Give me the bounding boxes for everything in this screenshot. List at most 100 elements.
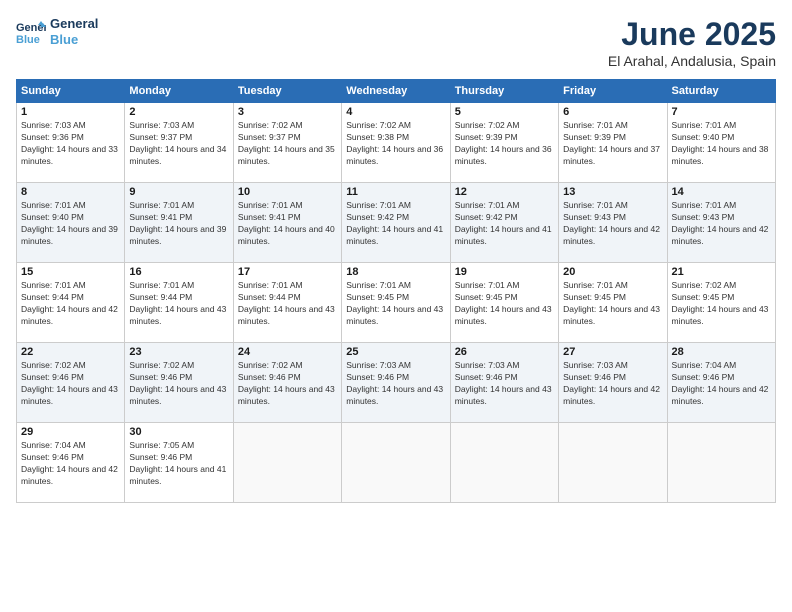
calendar-cell: 10 Sunrise: 7:01 AMSunset: 9:41 PMDayligh… [233,183,341,263]
calendar-cell [233,423,341,503]
calendar-cell: 4 Sunrise: 7:02 AMSunset: 9:38 PMDaylight… [342,103,450,183]
day-number: 18 [346,266,445,278]
calendar-cell: 24 Sunrise: 7:02 AMSunset: 9:46 PMDayligh… [233,343,341,423]
day-info: Sunrise: 7:02 AMSunset: 9:37 PMDaylight:… [238,120,337,168]
day-number: 1 [21,106,120,118]
calendar-cell: 13Sunrise: 7:01 AMSunset: 9:43 PMDayligh… [559,183,667,263]
calendar-cell: 26Sunrise: 7:03 AMSunset: 9:46 PMDayligh… [450,343,558,423]
calendar-cell: 21Sunrise: 7:02 AMSunset: 9:45 PMDayligh… [667,263,775,343]
calendar-cell: 23Sunrise: 7:02 AMSunset: 9:46 PMDayligh… [125,343,233,423]
day-number: 24 [238,346,337,358]
day-info: Sunrise: 7:03 AMSunset: 9:37 PMDaylight:… [129,120,228,168]
calendar-cell [667,423,775,503]
calendar-cell: 22Sunrise: 7:02 AMSunset: 9:46 PMDayligh… [17,343,125,423]
day-info: Sunrise: 7:01 AMSunset: 9:45 PMDaylight:… [455,280,554,328]
calendar-cell: 15 Sunrise: 7:01 AMSunset: 9:44 PMDayligh… [17,263,125,343]
day-number: 2 [129,106,228,118]
calendar-cell: 8 Sunrise: 7:01 AMSunset: 9:40 PMDaylight… [17,183,125,263]
calendar-cell: 18Sunrise: 7:01 AMSunset: 9:45 PMDayligh… [342,263,450,343]
day-number: 28 [672,346,771,358]
day-number: 9 [129,186,228,198]
calendar-table: SundayMondayTuesdayWednesdayThursdayFrid… [16,79,776,503]
calendar-cell: 9 Sunrise: 7:01 AMSunset: 9:41 PMDaylight… [125,183,233,263]
calendar-cell: 25 Sunrise: 7:03 AMSunset: 9:46 PMDayligh… [342,343,450,423]
weekday-header: Sunday [17,80,125,103]
day-info: Sunrise: 7:04 AMSunset: 9:46 PMDaylight:… [672,360,771,408]
day-info: Sunrise: 7:03 AMSunset: 9:46 PMDaylight:… [563,360,662,408]
day-number: 21 [672,266,771,278]
day-info: Sunrise: 7:05 AMSunset: 9:46 PMDaylight:… [129,440,228,488]
weekday-header: Tuesday [233,80,341,103]
month-title: June 2025 [608,16,776,53]
calendar-cell: 5 Sunrise: 7:02 AMSunset: 9:39 PMDaylight… [450,103,558,183]
day-number: 30 [129,426,228,438]
day-info: Sunrise: 7:01 AMSunset: 9:43 PMDaylight:… [672,200,771,248]
day-number: 16 [129,266,228,278]
day-number: 23 [129,346,228,358]
day-number: 15 [21,266,120,278]
logo-line2: Blue [50,32,98,48]
calendar-body: 1 Sunrise: 7:03 AMSunset: 9:36 PMDaylight… [17,103,776,503]
location-title: El Arahal, Andalusia, Spain [608,53,776,69]
day-number: 13 [563,186,662,198]
day-number: 17 [238,266,337,278]
day-info: Sunrise: 7:01 AMSunset: 9:40 PMDaylight:… [672,120,771,168]
day-info: Sunrise: 7:03 AMSunset: 9:46 PMDaylight:… [346,360,445,408]
calendar-week-row: 15 Sunrise: 7:01 AMSunset: 9:44 PMDayligh… [17,263,776,343]
day-info: Sunrise: 7:01 AMSunset: 9:40 PMDaylight:… [21,200,120,248]
day-number: 7 [672,106,771,118]
calendar-cell: 27 Sunrise: 7:03 AMSunset: 9:46 PMDayligh… [559,343,667,423]
day-number: 10 [238,186,337,198]
day-number: 11 [346,186,445,198]
weekday-header: Thursday [450,80,558,103]
day-info: Sunrise: 7:02 AMSunset: 9:38 PMDaylight:… [346,120,445,168]
calendar-cell: 14Sunrise: 7:01 AMSunset: 9:43 PMDayligh… [667,183,775,263]
day-info: Sunrise: 7:01 AMSunset: 9:44 PMDaylight:… [238,280,337,328]
calendar-cell [450,423,558,503]
day-info: Sunrise: 7:02 AMSunset: 9:46 PMDaylight:… [238,360,337,408]
calendar-week-row: 8 Sunrise: 7:01 AMSunset: 9:40 PMDaylight… [17,183,776,263]
day-number: 12 [455,186,554,198]
weekday-header-row: SundayMondayTuesdayWednesdayThursdayFrid… [17,80,776,103]
day-number: 26 [455,346,554,358]
day-number: 19 [455,266,554,278]
weekday-header: Wednesday [342,80,450,103]
calendar-cell: 17 Sunrise: 7:01 AMSunset: 9:44 PMDayligh… [233,263,341,343]
page-header: General Blue General Blue June 2025 El A… [16,16,776,69]
calendar-cell: 29Sunrise: 7:04 AMSunset: 9:46 PMDayligh… [17,423,125,503]
day-number: 27 [563,346,662,358]
calendar-cell [559,423,667,503]
day-number: 5 [455,106,554,118]
calendar-cell: 7 Sunrise: 7:01 AMSunset: 9:40 PMDaylight… [667,103,775,183]
day-number: 3 [238,106,337,118]
calendar-cell: 6Sunrise: 7:01 AMSunset: 9:39 PMDaylight… [559,103,667,183]
calendar-week-row: 1 Sunrise: 7:03 AMSunset: 9:36 PMDaylight… [17,103,776,183]
day-info: Sunrise: 7:02 AMSunset: 9:39 PMDaylight:… [455,120,554,168]
day-info: Sunrise: 7:03 AMSunset: 9:36 PMDaylight:… [21,120,120,168]
calendar-cell: 16Sunrise: 7:01 AMSunset: 9:44 PMDayligh… [125,263,233,343]
calendar-week-row: 29Sunrise: 7:04 AMSunset: 9:46 PMDayligh… [17,423,776,503]
day-number: 20 [563,266,662,278]
calendar-cell: 2 Sunrise: 7:03 AMSunset: 9:37 PMDaylight… [125,103,233,183]
day-number: 25 [346,346,445,358]
calendar-cell: 30 Sunrise: 7:05 AMSunset: 9:46 PMDayligh… [125,423,233,503]
day-info: Sunrise: 7:01 AMSunset: 9:45 PMDaylight:… [563,280,662,328]
day-info: Sunrise: 7:01 AMSunset: 9:44 PMDaylight:… [21,280,120,328]
calendar-cell: 12 Sunrise: 7:01 AMSunset: 9:42 PMDayligh… [450,183,558,263]
day-info: Sunrise: 7:01 AMSunset: 9:41 PMDaylight:… [129,200,228,248]
logo: General Blue General Blue [16,16,98,47]
weekday-header: Monday [125,80,233,103]
day-number: 29 [21,426,120,438]
calendar-week-row: 22Sunrise: 7:02 AMSunset: 9:46 PMDayligh… [17,343,776,423]
day-number: 8 [21,186,120,198]
calendar-cell: 1 Sunrise: 7:03 AMSunset: 9:36 PMDaylight… [17,103,125,183]
calendar-cell [342,423,450,503]
svg-text:Blue: Blue [16,34,40,46]
calendar-cell: 3 Sunrise: 7:02 AMSunset: 9:37 PMDaylight… [233,103,341,183]
calendar-cell: 28 Sunrise: 7:04 AMSunset: 9:46 PMDayligh… [667,343,775,423]
day-number: 4 [346,106,445,118]
day-number: 6 [563,106,662,118]
calendar-cell: 20 Sunrise: 7:01 AMSunset: 9:45 PMDayligh… [559,263,667,343]
day-info: Sunrise: 7:01 AMSunset: 9:42 PMDaylight:… [455,200,554,248]
day-info: Sunrise: 7:01 AMSunset: 9:41 PMDaylight:… [238,200,337,248]
